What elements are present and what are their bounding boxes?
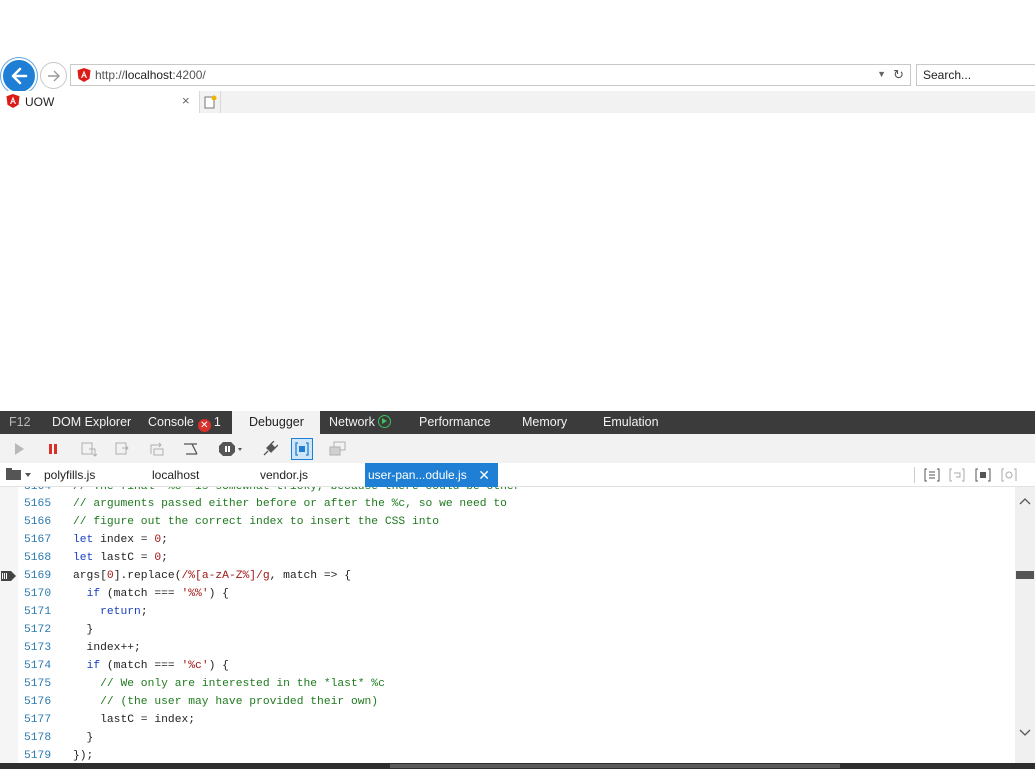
browser-tab-title: UOW: [25, 95, 55, 109]
source-maps-button[interactable]: [975, 468, 991, 485]
error-icon: ✕: [197, 419, 211, 432]
file-tab-localhost[interactable]: localhost: [152, 463, 199, 487]
step-out-button[interactable]: [146, 438, 168, 460]
close-tab-icon[interactable]: ×: [182, 93, 190, 108]
code-line: 5175 // We only are interested in the *l…: [24, 678, 385, 690]
browser-tab-bar: UOW ×: [0, 91, 1035, 113]
chevron-down-icon[interactable]: [1019, 729, 1031, 737]
code-line: 5171 return;: [24, 606, 148, 618]
tab-emulation[interactable]: Emulation: [603, 411, 659, 434]
chevron-down-icon[interactable]: ▼: [877, 69, 886, 79]
step-into-icon: [81, 442, 98, 457]
new-tab-button[interactable]: [199, 91, 221, 113]
forward-button[interactable]: [40, 62, 67, 89]
scroll-thumb[interactable]: [390, 764, 840, 768]
find-in-file-button[interactable]: [1001, 468, 1017, 485]
browser-tab[interactable]: UOW ×: [0, 91, 199, 113]
search-box[interactable]: Search...: [916, 64, 1035, 86]
code-line: 5168 let lastC = 0;: [24, 552, 168, 564]
current-execution-line: 5169 args[0].replace(/%[a-zA-Z%]/g, matc…: [0, 567, 1015, 585]
code-line: 5165 // arguments passed either before o…: [24, 498, 507, 510]
chevron-up-icon[interactable]: [1019, 497, 1031, 505]
exception-break-icon: [219, 442, 242, 456]
code-line: 5170 if (match === '%%') {: [24, 588, 229, 600]
play-icon: [15, 443, 24, 455]
code-line: 5167 let index = 0;: [24, 534, 168, 546]
arrow-right-icon: [47, 70, 60, 81]
code-line: 5172 }: [24, 624, 94, 636]
code-line: 5177 lastC = index;: [24, 714, 196, 726]
url-text: http://localhost:4200/: [95, 68, 206, 82]
recording-icon: [377, 415, 391, 428]
refresh-icon[interactable]: ↻: [893, 67, 904, 83]
step-into-button[interactable]: [78, 438, 100, 460]
console-icon: [329, 441, 346, 456]
step-over-button[interactable]: [112, 438, 134, 460]
code-line: 5178 }: [24, 732, 94, 744]
tab-debugger[interactable]: Debugger: [232, 411, 320, 434]
angular-logo-icon: [77, 68, 91, 82]
debugger-toolbar: [0, 434, 1035, 463]
file-tab-polyfills[interactable]: polyfills.js: [44, 463, 95, 487]
break-button[interactable]: [42, 438, 64, 460]
divider: [914, 467, 915, 483]
branch-icon: [184, 443, 198, 455]
file-tab-bar: polyfills.js localhost vendor.js user-pa…: [0, 463, 1035, 487]
file-tab-vendor[interactable]: vendor.js: [260, 463, 308, 487]
open-document-button[interactable]: [6, 468, 32, 485]
word-wrap-button[interactable]: [949, 468, 965, 485]
close-file-icon[interactable]: ✕: [478, 463, 490, 487]
code-line: 5174 if (match === '%c') {: [24, 660, 229, 672]
tab-performance[interactable]: Performance: [419, 411, 491, 434]
code-line: 5166 // figure out the correct index to …: [24, 516, 440, 528]
folder-icon: [6, 468, 31, 480]
horizontal-scrollbar[interactable]: [0, 763, 1035, 769]
source-editor[interactable]: 5164 // The final '%c' is somewhat trick…: [0, 487, 1015, 763]
tab-memory[interactable]: Memory: [522, 411, 567, 434]
tab-console-label: Console: [148, 415, 194, 429]
vertical-scrollbar[interactable]: [1015, 487, 1035, 763]
arrow-left-icon: [11, 67, 28, 85]
find-icon: [1001, 468, 1017, 482]
code-line: 5179 });: [24, 750, 94, 762]
just-my-code-button[interactable]: [291, 438, 313, 460]
file-tab-user-panel-module[interactable]: user-pan...odule.js ✕: [365, 463, 498, 487]
tab-network[interactable]: Network: [329, 411, 391, 434]
new-tab-icon: [204, 95, 217, 109]
word-wrap-icon: [949, 468, 965, 482]
error-count: 1: [213, 415, 221, 429]
code-line: 5173 index++;: [24, 642, 141, 654]
step-out-icon: [150, 442, 164, 456]
tab-console[interactable]: Console ✕ 1: [148, 411, 221, 434]
search-placeholder: Search...: [923, 68, 972, 82]
pretty-print-icon: [924, 468, 940, 482]
angular-logo-icon: [6, 94, 20, 108]
back-button[interactable]: [1, 58, 37, 94]
file-tab-label: user-pan...odule.js: [368, 468, 467, 482]
exception-behavior-button[interactable]: [218, 438, 244, 460]
code-line: 5176 // (the user may have provided thei…: [24, 696, 379, 708]
disconnect-debugger-button[interactable]: [259, 438, 281, 460]
tab-dom-explorer[interactable]: DOM Explorer: [52, 411, 131, 434]
step-over-icon: [115, 442, 129, 455]
address-bar[interactable]: http://localhost:4200/ ▼ ↻: [70, 64, 911, 86]
pause-icon: [49, 444, 57, 454]
break-on-new-worker-button[interactable]: [180, 438, 202, 460]
scroll-position-marker[interactable]: [1016, 571, 1034, 579]
pretty-print-button[interactable]: [924, 468, 940, 485]
source-maps-icon: [975, 468, 991, 482]
continue-button[interactable]: [8, 438, 30, 460]
devtools-tab-bar: F12 DOM Explorer Console ✕ 1 Debugger Netw…: [0, 411, 1035, 434]
show-console-button[interactable]: [327, 438, 349, 460]
plug-icon: [263, 441, 278, 456]
current-statement-arrow-icon: [1, 571, 16, 581]
braces-icon: [295, 442, 309, 456]
tab-network-label: Network: [329, 415, 375, 429]
tab-f12: F12: [9, 415, 31, 429]
